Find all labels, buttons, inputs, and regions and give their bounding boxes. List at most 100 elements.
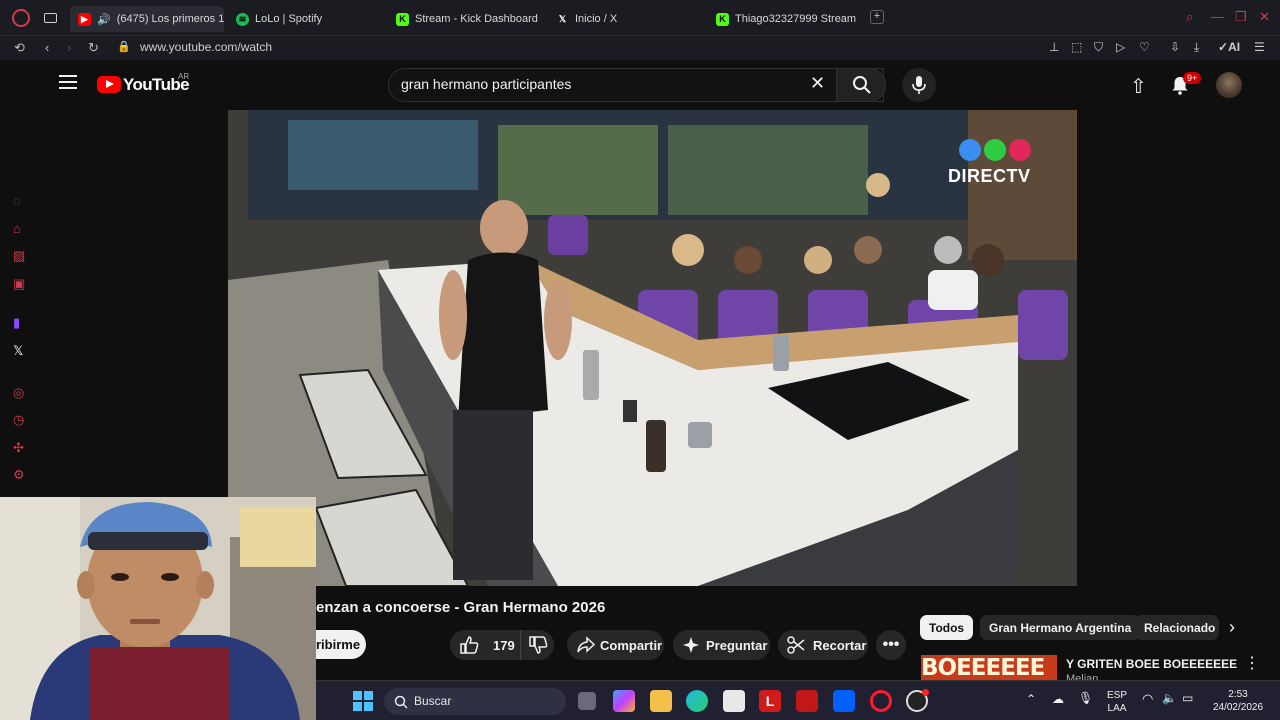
tab-label: Stream - Kick Dashboard <box>415 13 538 25</box>
reload-button[interactable]: ↻ <box>88 40 99 56</box>
tab-overview-icon[interactable] <box>44 13 57 23</box>
mcafee-icon[interactable] <box>796 690 818 712</box>
account-avatar[interactable] <box>1216 72 1242 98</box>
clock-date: 24/02/2026 <box>1212 702 1264 713</box>
battery-icon[interactable]: ▭ <box>1182 692 1193 705</box>
clip-button[interactable]: Recortar <box>778 630 868 660</box>
search-input[interactable] <box>401 76 801 92</box>
player-icon[interactable]: ▷ <box>1116 40 1125 54</box>
streamer-webcam-image <box>0 497 316 720</box>
chip-related[interactable]: Relacionado <box>1135 615 1219 640</box>
ask-label: Preguntar <box>706 637 768 653</box>
twitch-icon[interactable]: ▮ <box>13 315 20 331</box>
hamburger-menu-icon[interactable] <box>59 75 77 89</box>
copilot-icon[interactable] <box>613 690 635 712</box>
recommendation-thumbnail[interactable]: BOEEEEEE <box>921 655 1057 680</box>
more-horizontal-icon: ••• <box>882 636 900 653</box>
player-sidebar-icon[interactable]: ◎ <box>13 385 24 401</box>
subscribe-button[interactable]: ribirme <box>316 630 366 659</box>
file-explorer-icon[interactable] <box>650 690 672 712</box>
back-button[interactable]: ‹ <box>45 40 49 55</box>
tab-kick-dashboard[interactable]: K Stream - Kick Dashboard <box>396 6 546 32</box>
chevron-right-icon[interactable]: › <box>1229 617 1235 638</box>
tab-kick-stream[interactable]: K Thiago32327999 Stream <box>716 6 856 32</box>
tab-label: (6475) Los primeros 18 <box>116 13 224 25</box>
search-tabs-icon[interactable]: ⌕ <box>1186 9 1193 25</box>
shopping-bag-icon[interactable]: ⌂ <box>13 221 21 236</box>
clear-search-icon[interactable]: ✕ <box>810 74 825 92</box>
thumbs-up-icon <box>460 636 479 654</box>
upload-icon[interactable]: ⇧ <box>1130 74 1147 99</box>
downloads-icon[interactable]: ⤓ <box>1194 40 1199 55</box>
url-field[interactable]: www.youtube.com/watch <box>140 40 272 54</box>
minimize-button[interactable]: — <box>1211 9 1224 24</box>
chip-gran-hermano-argentina[interactable]: Gran Hermano Argentina <box>980 615 1141 640</box>
mic-tray-icon[interactable]: 🎙 <box>1078 692 1093 705</box>
opera-taskbar-icon[interactable] <box>870 690 892 712</box>
search-button[interactable] <box>836 68 886 102</box>
mail-icon[interactable]: ▣ <box>13 276 25 292</box>
snapshot-icon[interactable]: ⬚ <box>1071 40 1082 54</box>
ai-button[interactable]: ✓AI <box>1218 40 1240 54</box>
share-label: Compartir <box>600 637 663 653</box>
language-indicator[interactable]: ESP LAA <box>1104 689 1130 715</box>
like-count: 179 <box>493 637 515 653</box>
chip-all[interactable]: Todos <box>920 615 974 640</box>
sync-icon[interactable]: ⟲ <box>14 40 25 56</box>
share-button[interactable]: Compartir <box>567 630 664 660</box>
x-sidebar-icon[interactable]: 𝕏 <box>13 343 23 359</box>
edge-icon[interactable] <box>686 690 708 712</box>
channel-watermark-text: DIRECTV <box>948 166 1031 186</box>
wallet-icon[interactable]: ▨ <box>13 248 25 264</box>
heart-icon[interactable]: ♡ <box>1139 40 1150 54</box>
thumbnail-text: BOEEEEEE <box>921 655 1045 680</box>
wifi-icon[interactable]: ◠ <box>1142 692 1153 705</box>
like-button[interactable]: 179 <box>450 630 520 660</box>
opera-menu-icon[interactable] <box>12 9 30 27</box>
share-icon <box>577 636 596 653</box>
notification-badge: 9+ <box>1183 72 1202 84</box>
tray-chevron-icon[interactable]: ⌃ <box>1026 693 1036 706</box>
lock-icon[interactable]: 🔒 <box>117 40 131 53</box>
forward-button[interactable]: › <box>67 40 71 55</box>
opera-sidebar: ◌ ⌂ ▨ ▣ ▮ 𝕏 ◎ ◷ ✣ ⚙ <box>0 60 40 497</box>
tab-youtube[interactable]: ▶ 🔊 (6475) Los primeros 18 <box>70 6 224 32</box>
easy-setup-icon[interactable]: ☰ <box>1254 40 1265 54</box>
taskbar-search[interactable]: Buscar <box>384 688 566 715</box>
new-tab-button[interactable]: + <box>870 10 884 24</box>
speaker-icon[interactable]: 🔊 <box>97 13 111 26</box>
kebab-menu-icon[interactable]: ⋮ <box>1244 655 1260 673</box>
taskbar-search-label: Buscar <box>414 694 452 708</box>
history-icon[interactable]: ◷ <box>13 412 24 428</box>
extensions-icon[interactable]: ✣ <box>13 440 24 456</box>
volume-icon[interactable]: 🔈 <box>1162 692 1177 705</box>
ai-label: AI <box>1228 40 1241 54</box>
pin-icon[interactable]: ⊥ <box>1049 40 1059 54</box>
download-icon[interactable]: ⇩ <box>1170 40 1180 54</box>
restore-button[interactable]: ❐ <box>1235 9 1247 25</box>
country-code: AR <box>178 72 190 81</box>
youtube-logo-icon[interactable] <box>97 76 121 93</box>
tab-label: LoLo | Spotify <box>255 13 323 25</box>
tab-x[interactable]: 𝕏 Inicio / X <box>556 6 706 32</box>
shield-icon[interactable]: ⛉ <box>1094 40 1103 55</box>
dropbox-icon[interactable] <box>833 690 855 712</box>
search-icon <box>853 76 871 94</box>
onedrive-icon[interactable]: ☁ <box>1052 693 1064 706</box>
microsoft-store-icon[interactable] <box>723 690 745 712</box>
dislike-button[interactable] <box>520 630 554 660</box>
close-window-button[interactable]: ✕ <box>1259 9 1270 25</box>
more-actions-button[interactable]: ••• <box>876 630 906 660</box>
ask-button[interactable]: Preguntar <box>673 630 770 660</box>
app-l-icon[interactable]: L <box>759 690 781 712</box>
kick-icon: K <box>716 12 729 26</box>
aria-icon[interactable]: ◌ <box>13 193 21 208</box>
clock[interactable]: 2:53 24/02/2026 <box>1206 688 1270 714</box>
kick-icon: K <box>396 12 409 26</box>
windows-start-icon[interactable] <box>353 691 373 711</box>
recommendation-title[interactable]: Y GRITEN BOEE BOEEEEEEE <box>1066 657 1237 671</box>
tab-spotify[interactable]: ≋ LoLo | Spotify <box>236 6 386 32</box>
voice-search-button[interactable] <box>902 68 936 102</box>
task-view-icon[interactable] <box>578 692 596 710</box>
settings-gear-icon[interactable]: ⚙ <box>13 467 25 483</box>
